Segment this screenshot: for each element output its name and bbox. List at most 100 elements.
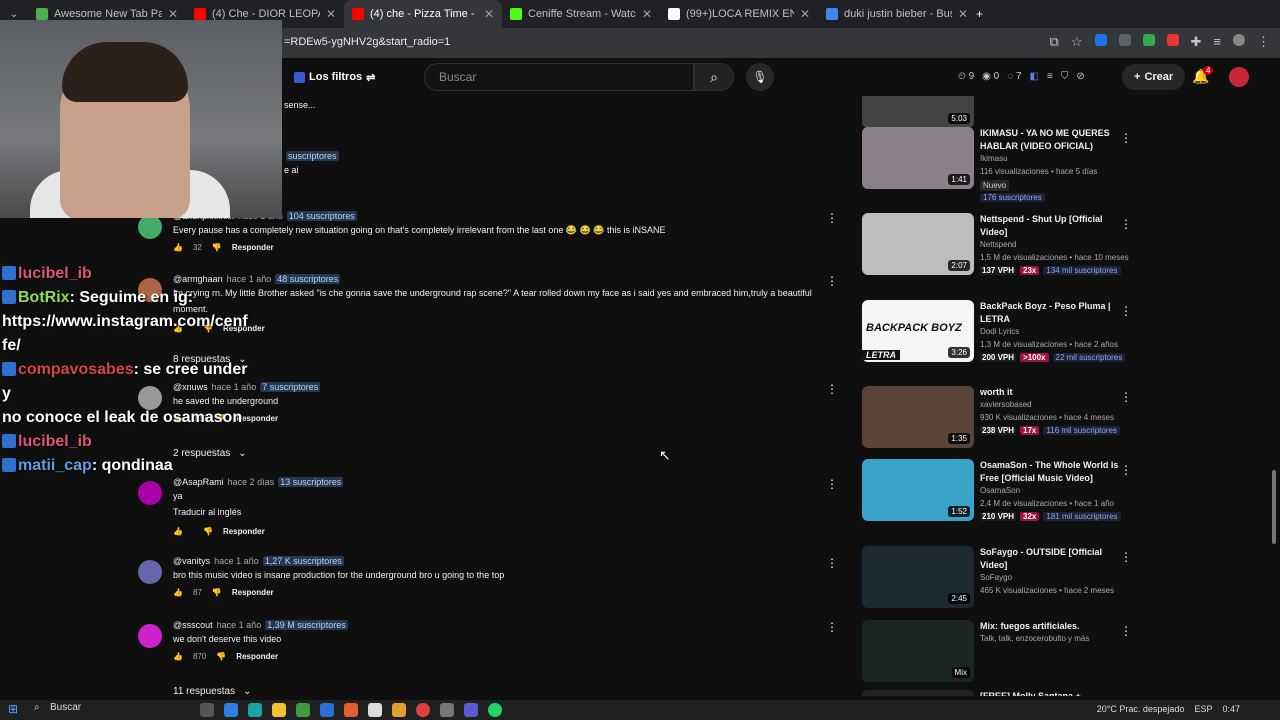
commenter-avatar[interactable]	[138, 560, 162, 584]
commenter-avatar[interactable]	[138, 624, 162, 648]
channel-name[interactable]: SoFaygo	[980, 573, 1012, 582]
tab-close-icon[interactable]: ✕	[326, 7, 336, 21]
video-menu-icon[interactable]: ⋮	[1120, 463, 1132, 477]
channel-name[interactable]: Dodi Lyrics	[980, 327, 1019, 336]
tab-close-icon[interactable]: ✕	[484, 7, 494, 21]
app-icon[interactable]	[320, 703, 334, 717]
comment-menu-icon[interactable]: ⋮	[826, 274, 838, 288]
windows-start-icon[interactable]: ⊞	[8, 702, 18, 716]
like-icon[interactable]: 👍	[173, 652, 183, 661]
live-icon[interactable]: ⊘	[1076, 71, 1084, 82]
video-title[interactable]: BackPack Boyz - Peso Pluma | LETRA	[980, 300, 1120, 326]
video-thumbnail[interactable]: 1:52	[862, 459, 974, 521]
clock[interactable]: 0:47	[1222, 704, 1240, 714]
like-icon[interactable]: 👍	[173, 588, 183, 597]
like-icon[interactable]: 👍	[173, 527, 183, 536]
chrome-icon[interactable]	[416, 703, 430, 717]
comment-author[interactable]: @AsapRami	[173, 477, 224, 487]
extensions-puzzle-icon[interactable]: ✚	[1191, 34, 1202, 50]
app-icon[interactable]	[368, 703, 382, 717]
video-title[interactable]: SoFaygo - OUTSIDE [Official Video]	[980, 546, 1120, 572]
comment-menu-icon[interactable]: ⋮	[826, 620, 838, 634]
account-avatar[interactable]	[1229, 67, 1249, 87]
channel-name[interactable]: xaviersobased	[980, 400, 1032, 409]
tab-close-icon[interactable]: ✕	[642, 7, 652, 21]
app-icon[interactable]	[344, 703, 358, 717]
video-title[interactable]: Nettspend - Shut Up [Official Video]	[980, 213, 1120, 239]
install-icon[interactable]: ⧉	[1050, 34, 1059, 50]
related-video-item[interactable]: BACKPACK BOYZ LETRA 3:26 BackPack Boyz - Pe…	[862, 300, 1142, 366]
translate-link[interactable]: Traducir al inglés	[173, 507, 241, 517]
voice-search-button[interactable]: 🎙	[746, 63, 774, 91]
comment-menu-icon[interactable]: ⋮	[826, 211, 838, 225]
url-text[interactable]: =RDEw5-ygNHV2g&start_radio=1	[284, 36, 450, 48]
comment-time[interactable]: hace 1 año	[217, 620, 262, 630]
video-menu-icon[interactable]: ⋮	[1120, 624, 1132, 638]
channel-name[interactable]: Ikimasu	[980, 154, 1008, 163]
language-indicator[interactable]: ESP	[1194, 704, 1212, 714]
extension-icon[interactable]	[1094, 34, 1107, 46]
commenter-avatar[interactable]	[138, 481, 162, 505]
related-video-item[interactable]: 1:35 worth it xaviersobased 930 K visualiza…	[862, 386, 1142, 452]
extension-icon[interactable]	[1166, 34, 1179, 46]
commenter-avatar[interactable]	[138, 215, 162, 239]
extension-icon[interactable]	[1142, 34, 1155, 46]
browser-tab[interactable]: Ceniffe Stream - Watch Live on ✕	[502, 0, 660, 28]
menu-kebab-icon[interactable]: ⋮	[1257, 34, 1270, 50]
comment-menu-icon[interactable]: ⋮	[826, 382, 838, 396]
comment-author[interactable]: @ssscout	[173, 620, 213, 630]
app-icon[interactable]	[464, 703, 478, 717]
dislike-icon[interactable]: 👎	[212, 243, 222, 252]
channel-name[interactable]: OsamaSon	[980, 486, 1020, 495]
video-thumbnail[interactable]: Mix	[862, 620, 974, 682]
weather-text[interactable]: 20°C Prac. despejado	[1097, 704, 1185, 714]
related-video-item[interactable]: 2:45 SoFaygo - OUTSIDE [Official Video] So…	[862, 546, 1142, 612]
app-icon[interactable]	[296, 703, 310, 717]
create-button[interactable]: + Crear	[1122, 64, 1186, 90]
tab-close-icon[interactable]: ✕	[958, 7, 968, 21]
tab-search-icon[interactable]: ⌄	[0, 9, 28, 20]
reply-button[interactable]: Responder	[236, 652, 278, 661]
video-thumbnail[interactable]	[862, 690, 974, 696]
related-video-item[interactable]: 2:07 Nettspend - Shut Up [Official Video]…	[862, 213, 1142, 279]
related-video-item[interactable]: 1:41 IKIMASU - YA NO ME QUERES HABLAR (VI…	[862, 127, 1142, 202]
tab-close-icon[interactable]: ✕	[800, 7, 810, 21]
related-video-item[interactable]: Mix Mix: fuegos artificiales. Talk, talk, …	[862, 620, 1142, 686]
browser-tab[interactable]: (99+)LOCA REMIX EN VIVO - Ba ✕	[660, 0, 818, 28]
video-title[interactable]: Mix: fuegos artificiales.	[980, 620, 1120, 633]
chat-username[interactable]: matii_cap	[18, 457, 92, 474]
chat-username[interactable]: BotRix	[18, 289, 70, 306]
like-icon[interactable]: 👍	[173, 243, 183, 252]
video-menu-icon[interactable]: ⋮	[1120, 217, 1132, 231]
comment-author[interactable]: @vanitys	[173, 556, 210, 566]
video-title[interactable]: worth it	[980, 386, 1120, 399]
related-video-item[interactable]: [FREE] Molly Santana +⋮	[862, 690, 1142, 696]
video-thumbnail[interactable]: BACKPACK BOYZ LETRA 3:26	[862, 300, 974, 362]
channel-name[interactable]: Talk, talk, enzocerobulto y más	[980, 634, 1089, 643]
video-title[interactable]: OsamaSon - The Whole World Is Free [Offi…	[980, 459, 1120, 485]
video-thumbnail[interactable]: 1:41	[862, 127, 974, 189]
video-menu-icon[interactable]: ⋮	[1120, 304, 1132, 318]
chat-username[interactable]: lucibel_ib	[18, 265, 92, 282]
filters-button[interactable]: Los filtros ⇌	[286, 66, 383, 88]
video-menu-icon[interactable]: ⋮	[1120, 550, 1132, 564]
video-title[interactable]: [FREE] Molly Santana +	[980, 690, 1120, 696]
video-thumbnail[interactable]: 5:03	[862, 96, 974, 128]
app-icon[interactable]	[224, 703, 238, 717]
sidebar-icon[interactable]: ≡	[1213, 34, 1221, 50]
queue-icon[interactable]: ≡	[1047, 71, 1053, 82]
profile-avatar[interactable]	[1233, 34, 1245, 46]
video-menu-icon[interactable]: ⋮	[1120, 694, 1132, 696]
video-menu-icon[interactable]: ⋮	[1120, 390, 1132, 404]
extension-icon[interactable]	[1118, 34, 1131, 46]
extension-icon[interactable]: ◧	[1030, 71, 1039, 82]
dislike-icon[interactable]: 👎	[203, 527, 213, 536]
search-button[interactable]: ⌕	[694, 63, 734, 91]
dislike-icon[interactable]: 👎	[216, 652, 226, 661]
chat-username[interactable]: lucibel_ib	[18, 433, 92, 450]
channel-name[interactable]: Nettspend	[980, 240, 1016, 249]
reply-button[interactable]: Responder	[223, 527, 265, 536]
comment-time[interactable]: hace 1 año	[214, 556, 259, 566]
dislike-icon[interactable]: 👎	[212, 588, 222, 597]
video-thumbnail[interactable]: 1:35	[862, 386, 974, 448]
